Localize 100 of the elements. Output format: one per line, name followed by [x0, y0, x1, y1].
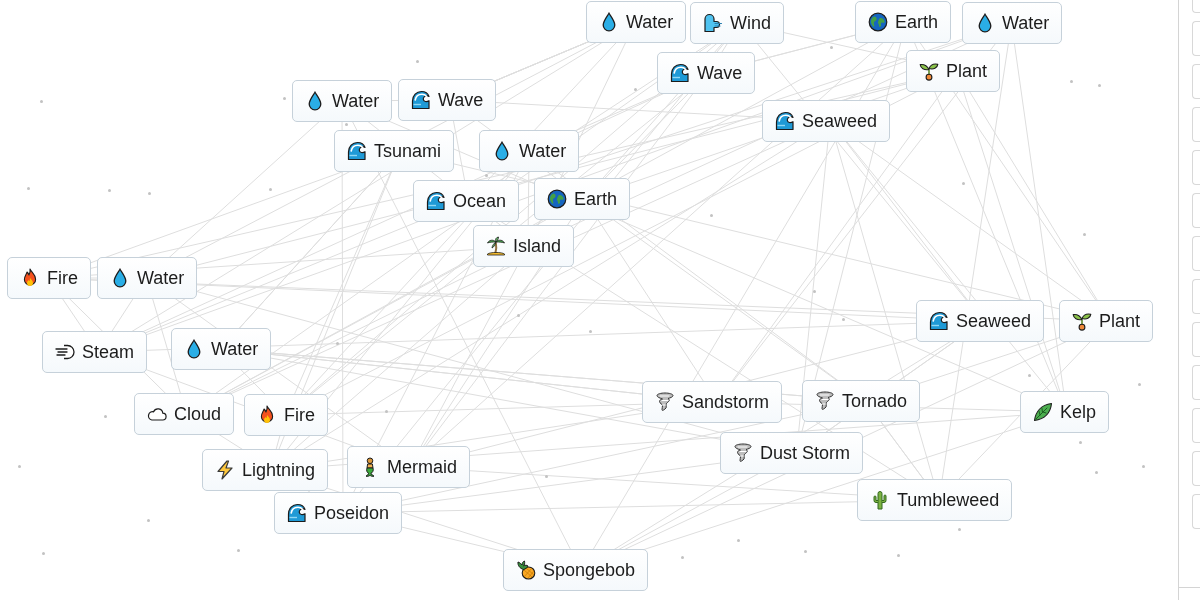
- sidebar-item[interactable]: [1192, 0, 1200, 13]
- dot-icon: [1028, 374, 1031, 377]
- wave-icon: [929, 311, 949, 331]
- element-tile[interactable]: Wave: [657, 52, 756, 94]
- dot-icon: [147, 519, 150, 522]
- element-tile[interactable]: Island: [473, 225, 575, 267]
- dot-icon: [1070, 80, 1073, 83]
- sidebar-item[interactable]: [1192, 408, 1200, 443]
- dot-icon: [842, 318, 845, 321]
- sidebar-item[interactable]: [1192, 279, 1200, 314]
- sidebar-item[interactable]: [1192, 451, 1200, 486]
- dot-icon: [269, 188, 272, 191]
- dot-icon: [737, 539, 740, 542]
- dot-icon: [283, 97, 286, 100]
- element-tile[interactable]: Tumbleweed: [857, 479, 1013, 521]
- dot-icon: [148, 192, 151, 195]
- dot-icon: [416, 60, 419, 63]
- element-tile[interactable]: Tsunami: [334, 130, 455, 172]
- mermaid-icon: [363, 457, 377, 477]
- wave-icon: [411, 90, 431, 110]
- wave-icon: [426, 191, 446, 211]
- dot-icon: [813, 290, 816, 293]
- element-tile[interactable]: Tornado: [802, 380, 921, 422]
- dot-icon: [830, 46, 833, 49]
- droplet-icon: [978, 13, 992, 33]
- dot-icon: [1083, 233, 1086, 236]
- element-tile[interactable]: Poseidon: [274, 492, 403, 534]
- element-tile[interactable]: Seaweed: [762, 100, 891, 142]
- element-tile[interactable]: Fire: [244, 394, 328, 436]
- element-tile[interactable]: Dust Storm: [720, 432, 864, 474]
- wave-icon: [347, 141, 367, 161]
- dot-icon: [962, 182, 965, 185]
- dot-icon: [681, 556, 684, 559]
- dot-icon: [237, 549, 240, 552]
- element-tile[interactable]: Steam: [42, 331, 148, 373]
- element-tile[interactable]: Wave: [398, 79, 497, 121]
- dot-icon: [1098, 84, 1101, 87]
- dot-icon: [1079, 441, 1082, 444]
- leaf-icon: [1033, 402, 1053, 422]
- droplet-icon: [113, 268, 127, 288]
- wave-icon: [287, 503, 307, 523]
- cactus-icon: [872, 490, 888, 510]
- dot-icon: [27, 187, 30, 190]
- element-tile[interactable]: Water: [479, 130, 580, 172]
- element-tile[interactable]: Ocean: [413, 180, 520, 222]
- wave-icon: [670, 63, 690, 83]
- droplet-icon: [187, 339, 201, 359]
- element-tile[interactable]: Fire: [7, 257, 91, 299]
- element-tile[interactable]: Cloud: [134, 393, 235, 435]
- dot-icon: [18, 465, 21, 468]
- sidebar-item[interactable]: [1192, 322, 1200, 357]
- flame-icon: [259, 405, 275, 425]
- element-tile[interactable]: Earth: [534, 178, 631, 220]
- tornado-icon: [656, 392, 674, 412]
- element-tile[interactable]: Plant: [906, 50, 1001, 92]
- pineapple-icon: [516, 560, 536, 580]
- tornado-icon: [734, 443, 752, 463]
- dot-icon: [336, 342, 339, 345]
- sidebar-item[interactable]: [1192, 193, 1200, 228]
- sidebar-item[interactable]: [1192, 107, 1200, 142]
- element-tile[interactable]: Water: [171, 328, 272, 370]
- lightning-bolt-icon: [216, 460, 234, 480]
- sidebar-item[interactable]: [1192, 64, 1200, 99]
- element-tile[interactable]: Water: [292, 80, 393, 122]
- dot-icon: [804, 550, 807, 553]
- sidebar-item[interactable]: [1192, 365, 1200, 400]
- element-tile[interactable]: Water: [962, 2, 1063, 44]
- dot-icon: [1095, 471, 1098, 474]
- dot-icon: [545, 475, 548, 478]
- dot-icon: [634, 88, 637, 91]
- element-tile[interactable]: Earth: [855, 1, 952, 43]
- element-tile[interactable]: Seaweed: [916, 300, 1045, 342]
- seedling-icon: [919, 61, 939, 81]
- sidebar-item[interactable]: [1192, 236, 1200, 271]
- palm-tree-icon: [486, 236, 506, 256]
- element-tile[interactable]: Plant: [1059, 300, 1154, 342]
- sidebar-item[interactable]: [1192, 21, 1200, 56]
- dot-icon: [42, 552, 45, 555]
- element-tile[interactable]: Sandstorm: [642, 381, 783, 423]
- element-tile[interactable]: Mermaid: [347, 446, 470, 488]
- dot-icon: [108, 189, 111, 192]
- dot-icon: [589, 330, 592, 333]
- dot-icon: [517, 314, 520, 317]
- dot-icon: [1142, 465, 1145, 468]
- element-tile[interactable]: Water: [97, 257, 198, 299]
- element-tile[interactable]: Wind: [690, 2, 784, 44]
- element-tile[interactable]: Lightning: [202, 449, 329, 491]
- sidebar-item[interactable]: [1192, 150, 1200, 185]
- element-tile[interactable]: Kelp: [1020, 391, 1110, 433]
- dot-icon: [40, 100, 43, 103]
- puff-icon: [55, 344, 75, 360]
- cloud-icon: [147, 407, 167, 421]
- element-tile[interactable]: Water: [586, 1, 687, 43]
- wave-icon: [775, 111, 795, 131]
- dot-icon: [1138, 383, 1141, 386]
- sidebar-item[interactable]: [1192, 494, 1200, 529]
- dot-icon: [710, 214, 713, 217]
- element-tile[interactable]: Spongebob: [503, 549, 649, 591]
- dot-icon: [385, 410, 388, 413]
- seedling-icon: [1072, 311, 1092, 331]
